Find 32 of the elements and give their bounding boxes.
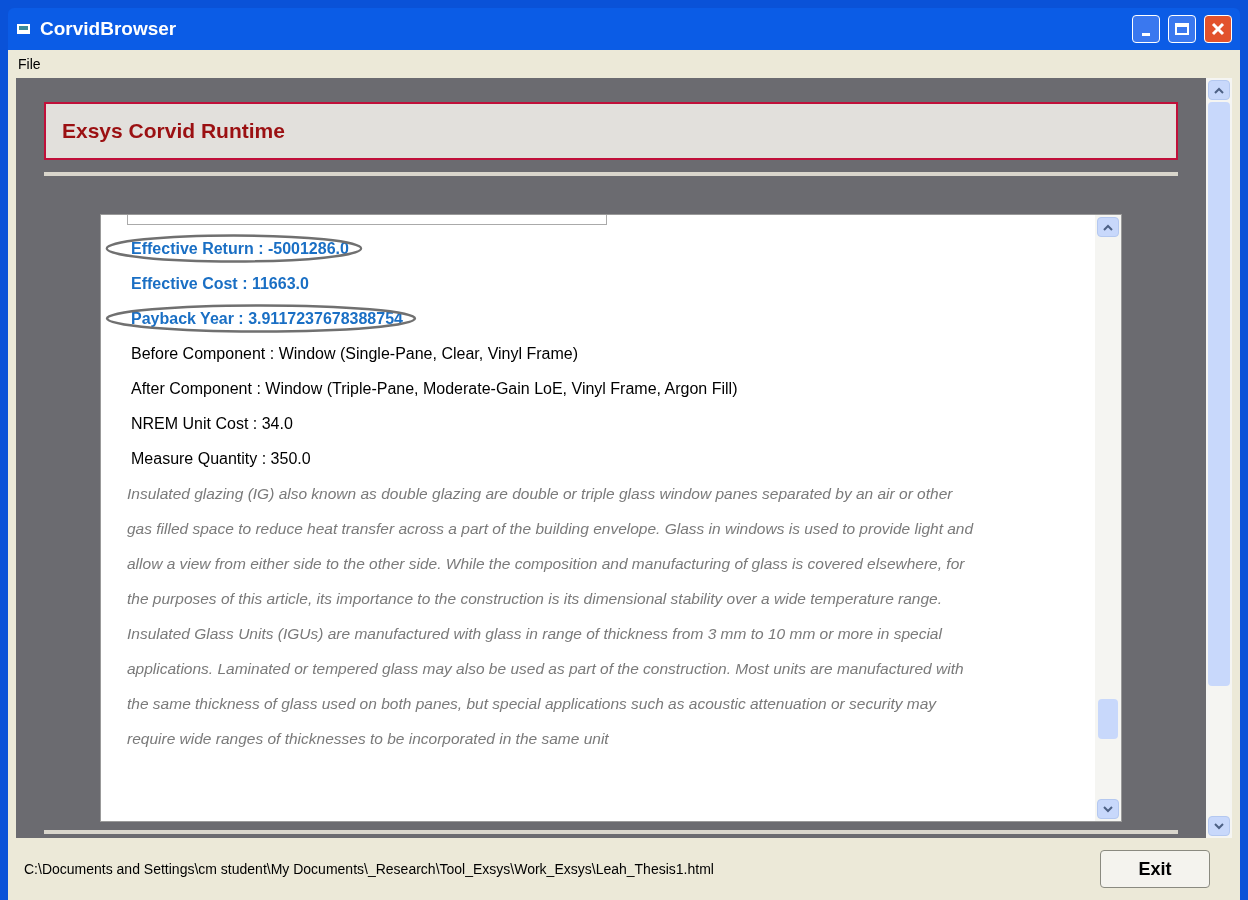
result-line: Effective Return : -5001286.0: [130, 239, 350, 259]
scroll-thumb[interactable]: [1208, 102, 1230, 686]
close-button[interactable]: [1204, 15, 1232, 43]
exit-button[interactable]: Exit: [1100, 850, 1210, 888]
header-title: Exsys Corvid Runtime: [62, 118, 285, 145]
minimize-icon: [1142, 33, 1150, 36]
scroll-up-button[interactable]: [1208, 80, 1230, 100]
result-line: Effective Cost : 11663.0: [130, 274, 310, 294]
result-line: Measure Quantity : 350.0: [130, 449, 312, 469]
scrollbar[interactable]: [1095, 215, 1121, 821]
chevron-up-icon: [1214, 86, 1224, 94]
scroll-down-button[interactable]: [1208, 816, 1230, 836]
chevron-down-icon: [1103, 805, 1113, 813]
app-icon: [16, 22, 32, 36]
result-line: Payback Year : 3.9117237678388754: [130, 309, 404, 329]
maximize-icon: [1175, 23, 1189, 35]
file-path: C:\Documents and Settings\cm student\My Documents\_Research\Tool_Exsys\Work_Exsys\Leah_Thesis1.html: [24, 859, 715, 879]
chevron-down-icon: [1214, 822, 1224, 830]
minimize-button[interactable]: [1132, 15, 1160, 43]
scroll-up-button[interactable]: [1097, 217, 1119, 237]
menu-item[interactable]: File: [14, 53, 45, 75]
window-title: CorvidBrowser: [40, 16, 177, 41]
scroll-thumb[interactable]: [1098, 699, 1118, 739]
scroll-down-button[interactable]: [1097, 799, 1119, 819]
maximize-button[interactable]: [1168, 15, 1196, 43]
result-line: NREM Unit Cost : 34.0: [130, 414, 294, 434]
description-paragraph: Insulated glazing (IG) also known as double glazing are double or triple glass window panes separated by an air or other gas filled space to reduce heat transfer across a part of the building envelope. Glass in windows is used to provide light and allow a view from either side to the other side. While the composition and manufacturing of glass is covered elsewhere, for the purposes of this article, its importance to the construction is its dimensional stability over a wide temperature range. Insulated Glass Units (IGUs) are manufactured with glass in range of thickness from 3 mm to 10 mm or more in special applications. Laminated or tempered glass may also be used as part of the construction. Most units are manufactured with the same thickness of glass used on both panes, but special applications such as acoustic attenuation or security may require wide ranges of thicknesses to be incorporated in the same unit: [126, 484, 975, 749]
result-line: Before Component : Window (Single-Pane, Clear, Vinyl Frame): [130, 344, 579, 364]
chevron-up-icon: [1103, 223, 1113, 231]
scrollbar[interactable]: [1206, 78, 1232, 838]
close-icon: [1211, 22, 1225, 36]
result-line: After Component : Window (Triple-Pane, Moderate-Gain LoE, Vinyl Frame, Argon Fill): [130, 379, 739, 399]
